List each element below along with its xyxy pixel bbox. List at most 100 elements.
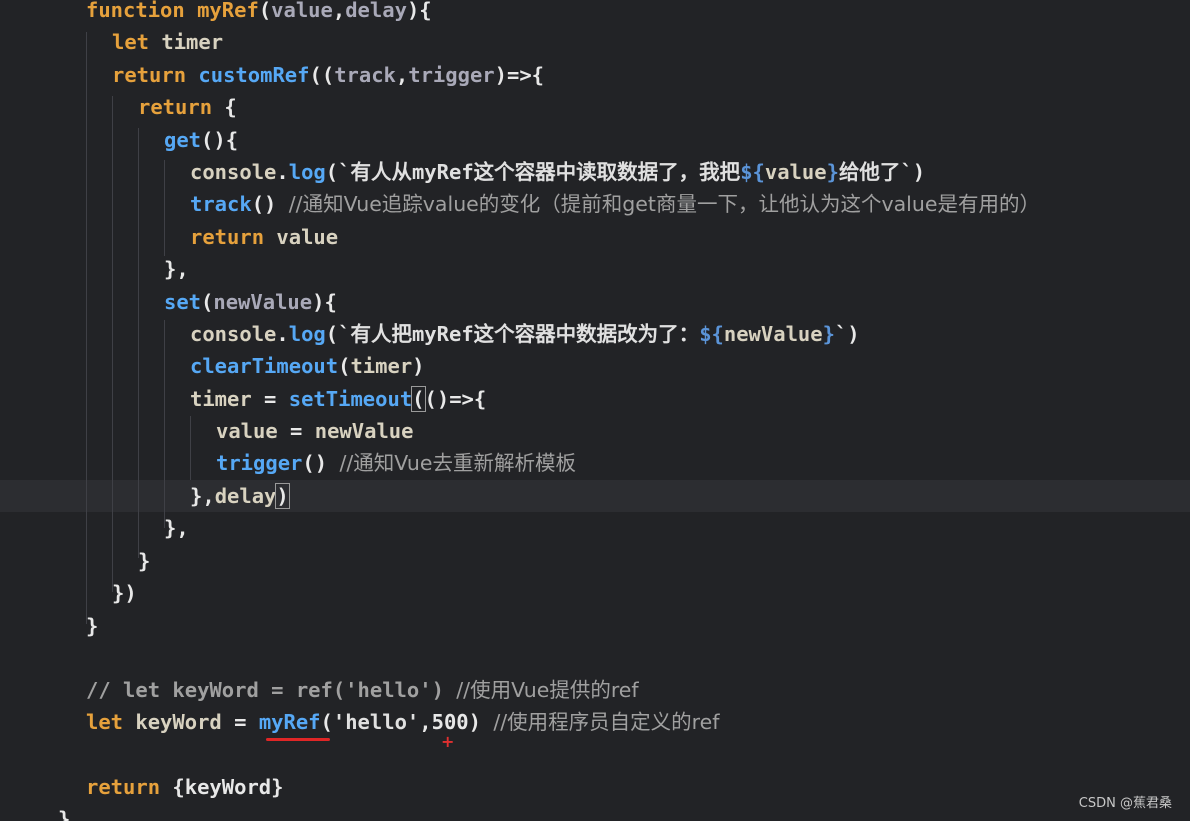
code-line-20[interactable]: } [86, 610, 98, 642]
code-line-21[interactable]: // let keyWord = ref('hello') //使用Vue提供的… [86, 674, 639, 706]
paren: () [251, 192, 277, 216]
paren: (` [325, 322, 351, 346]
brace: } [138, 549, 151, 573]
code-line-4[interactable]: return { [138, 91, 237, 123]
code-line-5[interactable]: get(){ [164, 124, 238, 156]
brace: } [86, 614, 99, 638]
watermark: CSDN @蕉君桑 [1078, 796, 1172, 811]
code-line-14[interactable]: value = newValue [216, 415, 414, 447]
error-underline [266, 738, 330, 741]
paren: ) [468, 710, 481, 734]
paren: `) [834, 322, 860, 346]
code-line-2[interactable]: let timer [112, 26, 223, 58]
variable: value [216, 419, 278, 443]
comment: //使用Vue提供的ref [456, 678, 639, 702]
dot: . [276, 160, 289, 184]
paren: ( [320, 710, 333, 734]
param: delay [345, 0, 407, 22]
paren: (){ [201, 128, 239, 152]
code-line-22[interactable]: let keyWord = myRef('hello',500) //使用程序员… [86, 706, 719, 738]
object: console [190, 160, 277, 184]
comment: //通知Vue去重新解析模板 [339, 451, 576, 475]
keyword: return [112, 63, 187, 87]
param: value [271, 0, 333, 22]
paren: ( [338, 354, 351, 378]
current-line-highlight [0, 480, 1190, 512]
indent-guide [86, 32, 87, 624]
code-line-6[interactable]: console.log(`有人从myRef这个容器中读取数据了，我把${valu… [190, 156, 925, 188]
code-line-1[interactable]: function myRef(value,delay){ [86, 0, 432, 26]
paren: ( [201, 290, 214, 314]
operator: = [251, 387, 289, 411]
function-call: trigger [216, 451, 303, 475]
code-editor[interactable]: function myRef(value,delay){ let timer r… [0, 0, 1190, 821]
variable: newValue [314, 419, 414, 443]
keyword: function [86, 0, 185, 22]
string: 有人从myRef这个容器中读取数据了，我把 [350, 160, 741, 184]
matched-bracket: ) [275, 483, 290, 509]
code-line-13[interactable]: timer = setTimeout(()=>{ [190, 383, 486, 415]
string: 有人把myRef这个容器中数据改为了： [350, 322, 700, 346]
param: newValue [213, 290, 313, 314]
code-line-3[interactable]: return customRef((track,trigger)=>{ [112, 59, 544, 91]
paren: () [302, 451, 328, 475]
commented-code: // let keyWord = ref('hello') [86, 678, 457, 702]
template-brace: ${ [740, 160, 765, 184]
indent-guide [112, 96, 113, 592]
variable: value [764, 160, 827, 184]
paren: ( [258, 0, 272, 22]
code-line-17[interactable]: }, [164, 512, 189, 544]
variable: timer [350, 354, 413, 378]
code-line-11[interactable]: console.log(`有人把myRef这个容器中数据改为了：${newVal… [190, 318, 860, 350]
template-brace: } [826, 160, 839, 184]
function-call: log [288, 322, 326, 346]
keyword: return [86, 775, 161, 799]
param: track [334, 63, 396, 87]
string: 给他了 [838, 160, 901, 184]
function-call: track [190, 192, 252, 216]
code-line-18[interactable]: } [138, 545, 150, 577]
function-call: log [288, 160, 326, 184]
paren: `) [900, 160, 926, 184]
template-brace: ${ [699, 322, 724, 346]
keyword: let [112, 30, 150, 54]
brace: { [224, 95, 237, 119]
indent-guide [164, 320, 165, 528]
object-literal: {keyWord} [172, 775, 284, 799]
matched-bracket: ( [411, 386, 426, 412]
comma: , [395, 63, 409, 87]
number: 500 [431, 710, 469, 734]
paren: ){ [406, 0, 432, 22]
function-call: clearTimeout [190, 354, 339, 378]
brace: } [58, 807, 71, 821]
code-line-24[interactable]: } [58, 803, 70, 821]
paren: ) [412, 354, 425, 378]
code-line-12[interactable]: clearTimeout(timer) [190, 350, 425, 382]
keyword: let [86, 710, 124, 734]
code-line-8[interactable]: return value [190, 221, 338, 253]
brace: }, [164, 257, 189, 281]
code-line-9[interactable]: }, [164, 253, 189, 285]
variable: delay [214, 484, 277, 508]
code-line-7[interactable]: track() //通知Vue追踪value的变化（提前和get商量一下，让他认… [190, 188, 1040, 220]
arrow: ()=>{ [424, 387, 487, 411]
string: 'hello' [332, 710, 420, 734]
indent-guide [138, 128, 139, 558]
code-line-10[interactable]: set(newValue){ [164, 286, 337, 318]
code-line-15[interactable]: trigger() //通知Vue去重新解析模板 [216, 447, 576, 479]
param: trigger [408, 63, 495, 87]
code-line-19[interactable]: }) [112, 577, 137, 609]
arrow: )=>{ [494, 63, 545, 87]
template-brace: } [822, 322, 835, 346]
brace: }, [190, 484, 215, 508]
code-line-23[interactable]: return {keyWord} [86, 771, 284, 803]
object: console [190, 322, 277, 346]
variable: keyWord [135, 710, 222, 734]
variable: value [276, 225, 339, 249]
keyword: return [190, 225, 265, 249]
keyword: return [138, 95, 213, 119]
function-name: myRef [197, 0, 259, 22]
operator: = [277, 419, 315, 443]
code-line-16[interactable]: },delay) [190, 480, 290, 512]
method-name: get [164, 128, 202, 152]
